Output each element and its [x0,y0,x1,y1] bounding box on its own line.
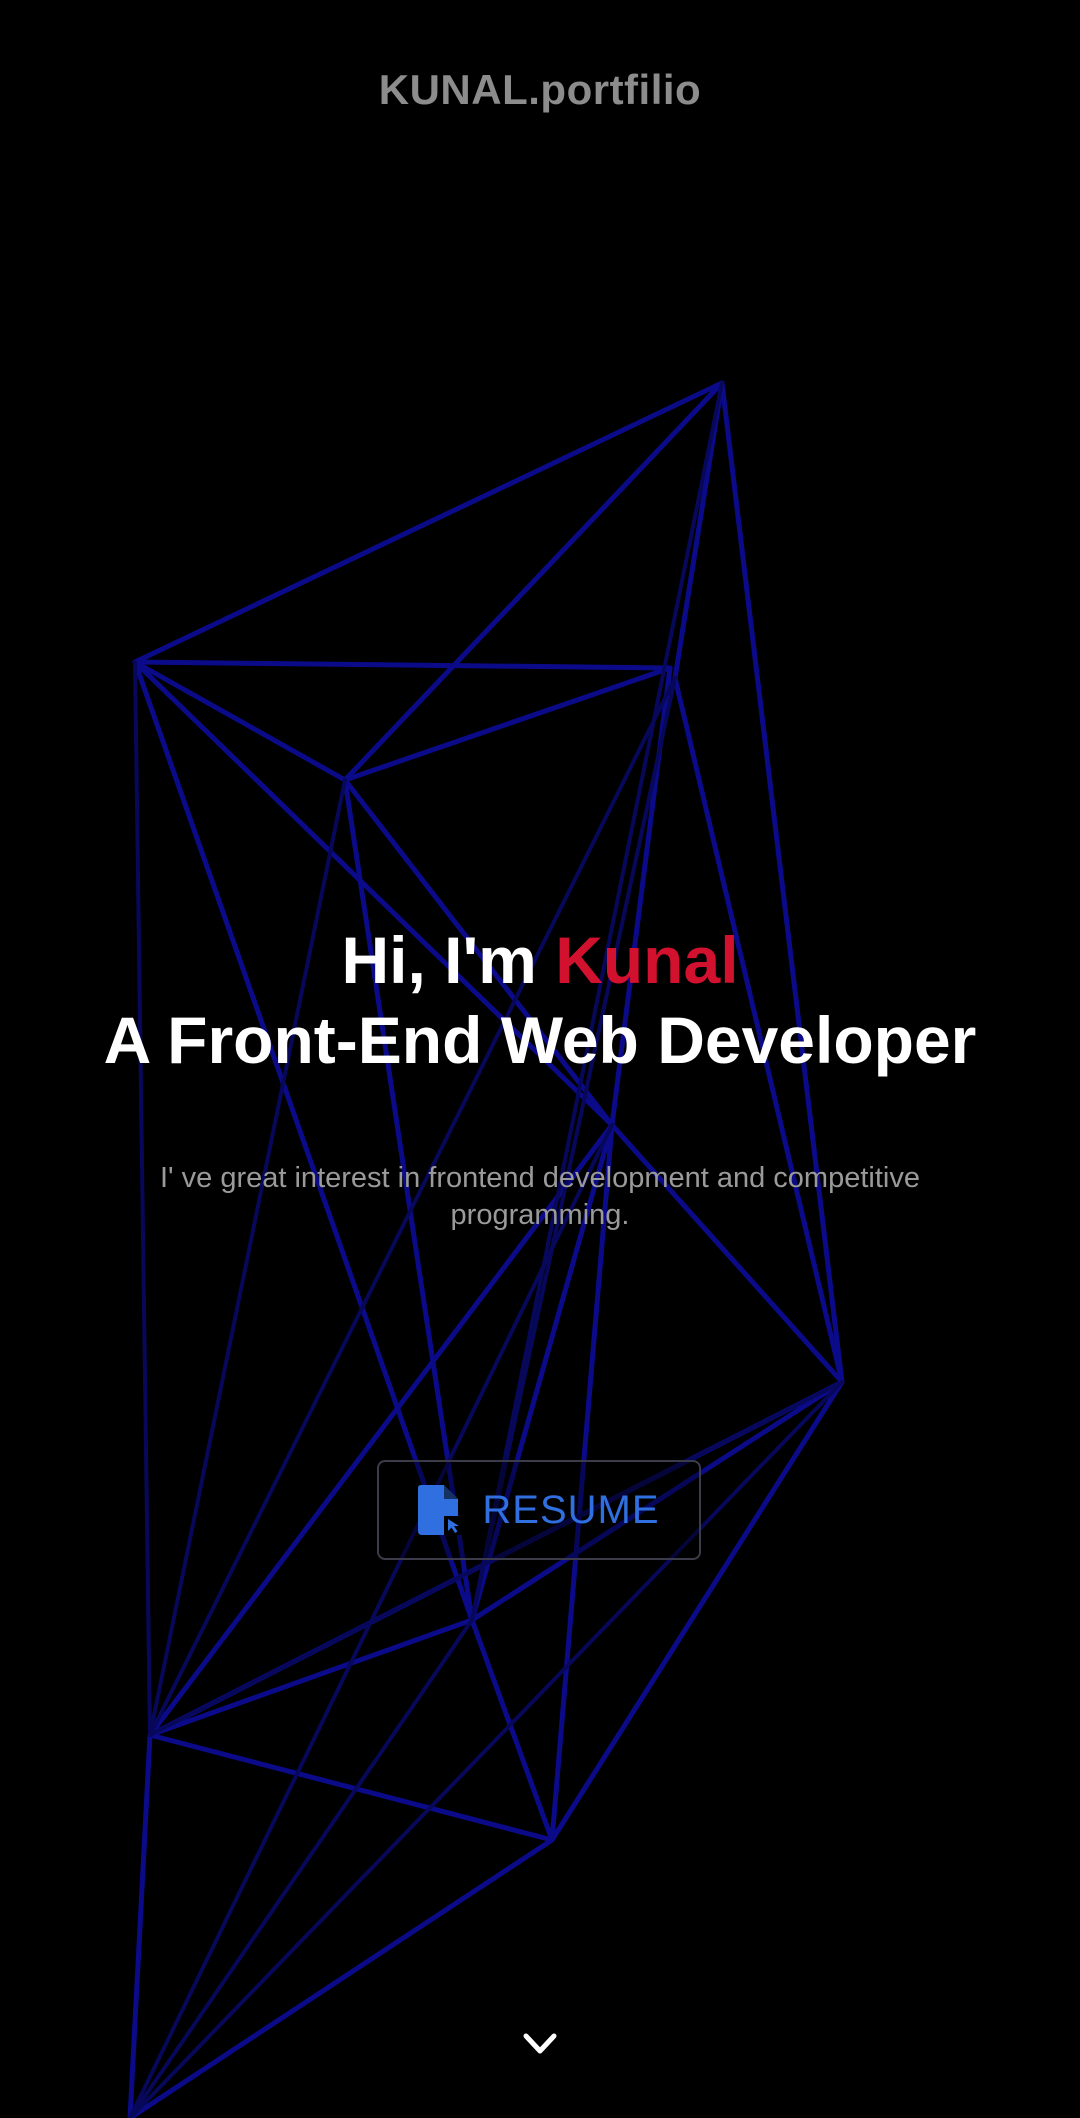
hero-heading: Hi, I'm Kunal A Front-End Web Developer [0,920,1080,1080]
resume-button[interactable]: RESUME [377,1460,701,1560]
hero-name: Kunal [555,923,739,997]
hero-greeting: Hi, I'm [341,923,537,997]
file-download-icon [418,1485,463,1535]
resume-button-label: RESUME [482,1487,660,1532]
hero-role: A Front-End Web Developer [103,1003,977,1077]
chevron-down-icon[interactable] [518,2024,562,2064]
hero-greeting-line: Hi, I'm Kunal [0,920,1080,1000]
landing-page: KUNAL.portfilio Hi, I'm Kunal A Front-En… [0,0,1080,2118]
site-brand[interactable]: KUNAL.portfilio [0,66,1080,114]
intro-text: I' ve great interest in frontend develop… [160,1162,920,1231]
